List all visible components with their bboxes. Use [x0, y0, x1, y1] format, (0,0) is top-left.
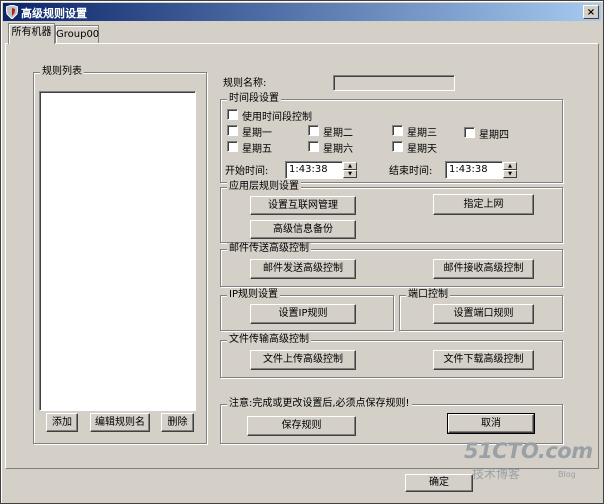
spin-down-icon[interactable]: ▼: [343, 170, 357, 178]
delete-rule-button[interactable]: 删除: [161, 413, 194, 432]
start-time-label: 开始时间:: [225, 166, 269, 177]
port-control-legend: 端口控制: [406, 289, 450, 301]
tuesday-label: 星期二: [323, 128, 353, 139]
cancel-button[interactable]: 取消: [447, 413, 535, 434]
title-bar[interactable]: 高级规则设置 ×: [3, 3, 601, 21]
use-time-control-checkbox[interactable]: [227, 109, 238, 120]
tuesday-checkbox[interactable]: [308, 125, 319, 136]
spin-up-icon[interactable]: ▲: [343, 162, 357, 170]
add-rule-button[interactable]: 添加: [46, 413, 78, 432]
end-time-input[interactable]: 1:43:38: [445, 161, 503, 179]
ok-button[interactable]: 确定: [405, 474, 473, 492]
thursday-checkbox[interactable]: [464, 127, 475, 138]
specify-online-button[interactable]: 指定上网: [433, 194, 534, 215]
time-settings-legend: 时间段设置: [227, 93, 281, 105]
tab-label: Group00: [56, 29, 100, 40]
ip-rules-legend: IP规则设置: [227, 289, 280, 301]
watermark-subtitle: 技术博客: [472, 467, 521, 481]
sunday-checkbox[interactable]: [392, 141, 403, 152]
tab-group00[interactable]: Group00: [55, 25, 99, 43]
sunday-label: 星期天: [407, 144, 437, 155]
mail-control-legend: 邮件传送高级控制: [227, 243, 311, 255]
tab-panel: 规则列表 添加 编辑规则名 删除 规则名称: 时间段设置 使用时间段控制 星期一…: [5, 43, 599, 469]
rule-list-legend: 规则列表: [40, 66, 84, 78]
start-time-spinner[interactable]: ▲ ▼: [343, 162, 357, 178]
app-layer-legend: 应用层规则设置: [227, 181, 301, 193]
close-icon: ×: [586, 7, 596, 18]
shield-icon: [6, 5, 18, 19]
set-port-rules-button[interactable]: 设置端口规则: [433, 304, 534, 324]
saturday-label: 星期六: [323, 144, 353, 155]
tab-all-machines[interactable]: 所有机器: [8, 23, 55, 44]
rule-list[interactable]: [39, 91, 196, 411]
watermark-tag: Blog: [558, 470, 576, 479]
file-download-control-button[interactable]: 文件下载高级控制: [433, 350, 534, 370]
tab-label: 所有机器: [11, 27, 52, 38]
friday-checkbox[interactable]: [227, 141, 238, 152]
watermark-logo: 51CTO.com: [464, 439, 593, 463]
set-ip-rules-button[interactable]: 设置IP规则: [250, 304, 356, 324]
advanced-rule-settings-window: 高级规则设置 × 所有机器 Group00 规则列表 添加 编辑规则名 删除 规…: [0, 0, 604, 504]
rule-name-field[interactable]: [333, 75, 455, 91]
window-title: 高级规则设置: [21, 7, 87, 20]
rule-name-label: 规则名称:: [223, 78, 267, 89]
end-time-label: 结束时间:: [389, 166, 433, 177]
save-rule-button[interactable]: 保存规则: [247, 416, 356, 436]
monday-label: 星期一: [242, 128, 272, 139]
use-time-control-label: 使用时间段控制: [242, 112, 312, 123]
end-time-spinner[interactable]: ▲ ▼: [503, 162, 517, 178]
info-backup-button[interactable]: 高级信息备份: [250, 220, 356, 239]
close-button[interactable]: ×: [583, 5, 599, 19]
thursday-label: 星期四: [479, 130, 509, 141]
spin-down-icon[interactable]: ▼: [503, 170, 517, 178]
wednesday-checkbox[interactable]: [392, 125, 403, 136]
notice-text: 注意:完成或更改设置后,必须点保存规则!: [227, 398, 412, 410]
mail-send-control-button[interactable]: 邮件发送高级控制: [250, 259, 356, 279]
internet-management-button[interactable]: 设置互联网管理: [250, 196, 356, 215]
file-upload-control-button[interactable]: 文件上传高级控制: [250, 350, 356, 370]
start-time-input[interactable]: 1:43:38: [285, 161, 343, 179]
spin-up-icon[interactable]: ▲: [503, 162, 517, 170]
file-transfer-legend: 文件传输高级控制: [227, 334, 311, 346]
saturday-checkbox[interactable]: [308, 141, 319, 152]
mail-receive-control-button[interactable]: 邮件接收高级控制: [433, 259, 534, 279]
wednesday-label: 星期三: [407, 128, 437, 139]
edit-rule-name-button[interactable]: 编辑规则名: [90, 413, 150, 432]
monday-checkbox[interactable]: [227, 125, 238, 136]
friday-label: 星期五: [242, 144, 272, 155]
